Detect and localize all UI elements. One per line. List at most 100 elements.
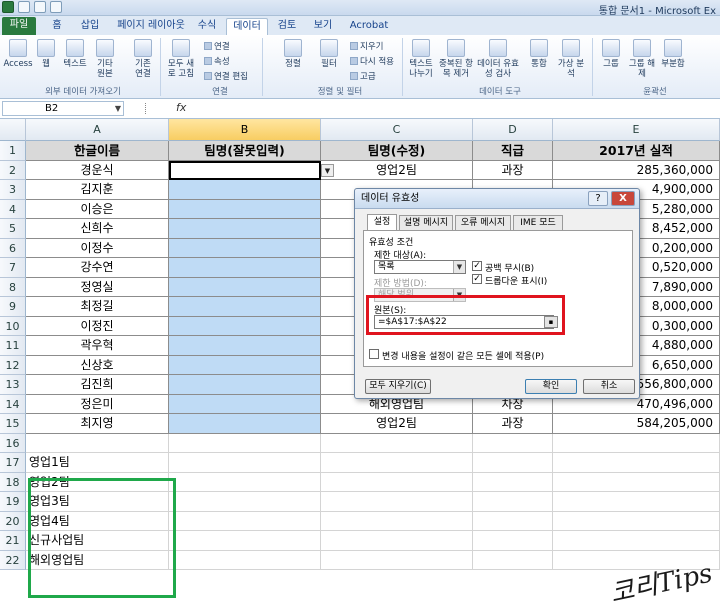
reapply-button[interactable]: 다시 적용 bbox=[350, 55, 394, 67]
cell-d[interactable] bbox=[473, 492, 553, 512]
cell-b[interactable] bbox=[169, 531, 321, 551]
cell-b[interactable] bbox=[169, 414, 321, 434]
formula-bar-splitter[interactable] bbox=[145, 103, 147, 114]
cell-b[interactable] bbox=[169, 297, 321, 317]
row-header[interactable]: 13 bbox=[0, 375, 26, 395]
tab-home[interactable]: 홈 bbox=[44, 18, 70, 35]
ok-button[interactable]: 확인 bbox=[525, 379, 577, 394]
cell-c[interactable] bbox=[321, 453, 473, 473]
data-validation-button[interactable]: 데이터 유효성 검사 bbox=[476, 39, 520, 79]
cell-e[interactable] bbox=[553, 511, 720, 531]
cell-b[interactable] bbox=[169, 355, 321, 375]
row-header[interactable]: 19 bbox=[0, 492, 26, 512]
row-header[interactable]: 20 bbox=[0, 511, 26, 531]
row-header[interactable]: 4 bbox=[0, 199, 26, 219]
list-cell-a[interactable]: 영업1팀 bbox=[26, 453, 169, 473]
cell-d[interactable] bbox=[473, 511, 553, 531]
name-box[interactable]: B2 ▼ bbox=[2, 101, 124, 116]
row-header[interactable]: 10 bbox=[0, 316, 26, 336]
column-header-e[interactable]: E bbox=[553, 119, 720, 141]
chevron-down-icon[interactable]: ▼ bbox=[115, 102, 121, 115]
cell-e[interactable]: 285,360,000 bbox=[553, 160, 720, 180]
cell-a[interactable]: 최지영 bbox=[26, 414, 169, 434]
cell-b[interactable] bbox=[169, 180, 321, 200]
row-header[interactable]: 15 bbox=[0, 414, 26, 434]
cell-b[interactable] bbox=[169, 238, 321, 258]
cell-a[interactable]: 정은미 bbox=[26, 394, 169, 414]
row-header[interactable]: 8 bbox=[0, 277, 26, 297]
cell-b[interactable] bbox=[169, 453, 321, 473]
cell-a[interactable]: 이정수 bbox=[26, 238, 169, 258]
what-if-button[interactable]: 가상 분석 bbox=[556, 39, 586, 79]
consolidate-button[interactable]: 통합 bbox=[528, 39, 550, 69]
ignore-blank-checkbox[interactable]: ✓ bbox=[472, 261, 482, 271]
tab-ime-mode[interactable]: IME 모드 bbox=[513, 215, 563, 230]
row-header[interactable]: 14 bbox=[0, 394, 26, 414]
row-header[interactable]: 16 bbox=[0, 433, 26, 453]
help-button[interactable]: ? bbox=[588, 191, 608, 206]
tab-review[interactable]: 검토 bbox=[272, 18, 302, 35]
insert-function-button[interactable]: fx bbox=[176, 101, 186, 114]
cell-c[interactable] bbox=[321, 511, 473, 531]
row-header[interactable]: 3 bbox=[0, 180, 26, 200]
row-header[interactable]: 21 bbox=[0, 531, 26, 551]
cell-d[interactable] bbox=[473, 550, 553, 570]
column-header-d[interactable]: D bbox=[473, 119, 553, 141]
cell-a[interactable]: 신희수 bbox=[26, 219, 169, 239]
cell-b[interactable] bbox=[169, 511, 321, 531]
cell-b[interactable] bbox=[169, 336, 321, 356]
clear-button[interactable]: 지우기 bbox=[350, 40, 383, 52]
row-header[interactable]: 11 bbox=[0, 336, 26, 356]
cell-b[interactable] bbox=[169, 394, 321, 414]
text-button[interactable]: 텍스트 bbox=[60, 39, 90, 69]
other-sources-button[interactable]: 기타 원본 bbox=[92, 39, 118, 79]
row-header[interactable]: 6 bbox=[0, 238, 26, 258]
cell-b[interactable] bbox=[169, 160, 321, 180]
cell-d[interactable]: 과장 bbox=[473, 160, 553, 180]
cell-e[interactable] bbox=[553, 531, 720, 551]
cell-a[interactable]: 신상호 bbox=[26, 355, 169, 375]
cell-e[interactable] bbox=[553, 472, 720, 492]
cell-b[interactable] bbox=[169, 550, 321, 570]
cell-b[interactable] bbox=[169, 277, 321, 297]
select-all-corner[interactable] bbox=[0, 119, 26, 141]
header-cell-c[interactable]: 팀명(수정) bbox=[321, 141, 473, 161]
tab-file[interactable]: 파일 bbox=[2, 17, 36, 35]
cell-a[interactable]: 곽우혁 bbox=[26, 336, 169, 356]
subtotal-button[interactable]: 부분합 bbox=[658, 39, 688, 69]
cell-d[interactable]: 과장 bbox=[473, 414, 553, 434]
column-header-b[interactable]: B bbox=[169, 119, 321, 141]
access-button[interactable]: Access bbox=[2, 39, 34, 69]
clear-all-button[interactable]: 모두 지우기(C) bbox=[365, 379, 431, 394]
formula-input[interactable] bbox=[196, 101, 716, 116]
cell-a[interactable]: 정영실 bbox=[26, 277, 169, 297]
cell-a[interactable]: 최정길 bbox=[26, 297, 169, 317]
cell-c[interactable] bbox=[321, 550, 473, 570]
cell-a[interactable]: 이승은 bbox=[26, 199, 169, 219]
row-header[interactable]: 2 bbox=[0, 160, 26, 180]
existing-connections-button[interactable]: 기존 연결 bbox=[130, 39, 156, 79]
cell-d[interactable] bbox=[473, 453, 553, 473]
header-cell-d[interactable]: 직급 bbox=[473, 141, 553, 161]
web-button[interactable]: 웹 bbox=[36, 39, 56, 69]
excel-icon[interactable] bbox=[2, 1, 14, 13]
cell-e[interactable] bbox=[553, 492, 720, 512]
cell-c[interactable] bbox=[321, 531, 473, 551]
group-button[interactable]: 그룹 bbox=[598, 39, 624, 69]
sort-button[interactable]: 정렬 bbox=[280, 39, 306, 69]
cell-d[interactable] bbox=[473, 531, 553, 551]
cell-a[interactable]: 강수연 bbox=[26, 258, 169, 278]
cell-d[interactable] bbox=[473, 433, 553, 453]
column-header-a[interactable]: A bbox=[26, 119, 169, 141]
cell-a[interactable]: 경운식 bbox=[26, 160, 169, 180]
redo-icon[interactable] bbox=[50, 1, 62, 13]
cell-a[interactable] bbox=[26, 433, 169, 453]
cell-a[interactable]: 이정진 bbox=[26, 316, 169, 336]
refresh-all-button[interactable]: 모두 새로 고침 bbox=[166, 39, 196, 79]
cell-b[interactable] bbox=[169, 316, 321, 336]
cell-c[interactable] bbox=[321, 492, 473, 512]
row-header[interactable]: 1 bbox=[0, 141, 26, 161]
connections-button[interactable]: 연결 bbox=[204, 40, 230, 52]
cell-b[interactable] bbox=[169, 433, 321, 453]
cell-a[interactable]: 김진희 bbox=[26, 375, 169, 395]
